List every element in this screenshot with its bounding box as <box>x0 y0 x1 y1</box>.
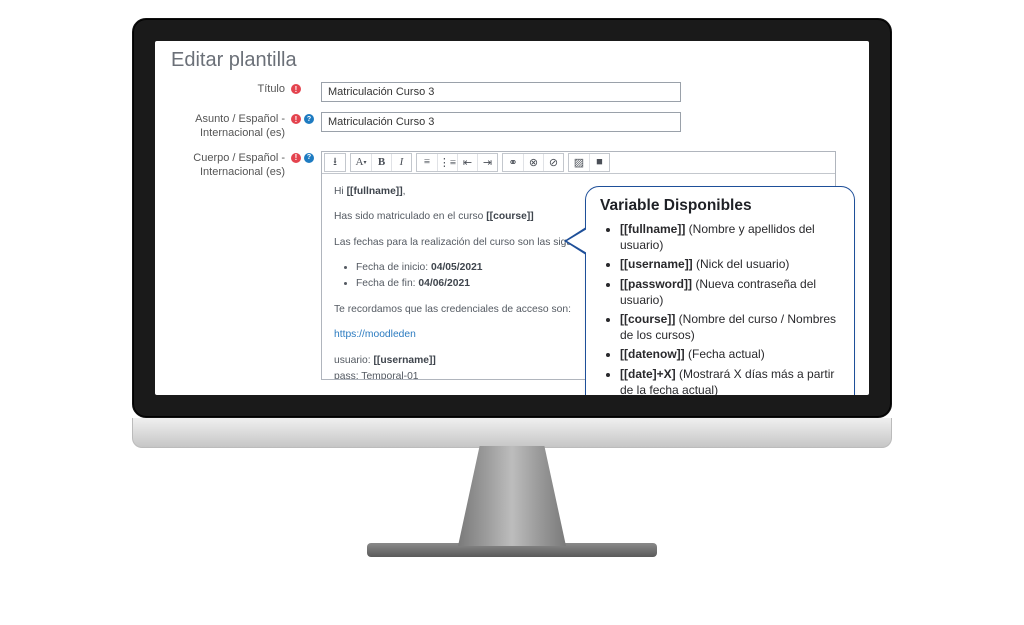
monitor-chin <box>132 418 892 448</box>
toolbar-unlink-button[interactable]: ⊗ <box>523 154 543 171</box>
toolbar-styles-button[interactable]: A▾ <box>351 154 371 171</box>
label-subject: Asunto / Español - Internacional (es) <box>171 112 291 141</box>
toolbar-media-button[interactable]: ■ <box>589 154 609 171</box>
toolbar-expand-button[interactable]: ⭳ <box>325 154 345 171</box>
page-title: Editar plantilla <box>171 49 857 72</box>
popup-item: [[date]+X] (Mostrará X días más a partir… <box>620 366 840 396</box>
popup-list: [[fullname]] (Nombre y apellidos del usu… <box>600 221 840 395</box>
row-title: Título ! <box>171 82 857 102</box>
toolbar-indent-button[interactable]: ⇥ <box>477 154 497 171</box>
help-icon[interactable]: ? <box>304 153 314 163</box>
label-body: Cuerpo / Español - Internacional (es) <box>171 151 291 180</box>
help-icon[interactable]: ? <box>304 114 314 124</box>
toolbar-bold-button[interactable]: B <box>371 154 391 171</box>
variables-popup: Variable Disponibles [[fullname]] (Nombr… <box>585 186 855 395</box>
toolbar-image-button[interactable]: ▨ <box>569 154 589 171</box>
popup-item: [[course]] (Nombre del curso / Nombres d… <box>620 311 840 343</box>
label-title: Título <box>171 82 291 96</box>
body-var-fullname: [[fullname]] <box>347 186 403 197</box>
body-text: Hi <box>334 186 347 197</box>
required-icon: ! <box>291 114 301 124</box>
popup-item: [[datenow]] (Fecha actual) <box>620 346 840 362</box>
toolbar-bullet-list-button[interactable]: ≡ <box>417 154 437 171</box>
body-text: Has sido matriculado en el curso <box>334 211 486 222</box>
required-icon: ! <box>291 84 301 94</box>
toolbar-outdent-button[interactable]: ⇤ <box>457 154 477 171</box>
monitor-mockup: Editar plantilla Título ! Asunto / Españ… <box>132 18 892 610</box>
toolbar-italic-button[interactable]: I <box>391 154 411 171</box>
title-input[interactable] <box>321 82 681 102</box>
body-var-username: [[username]] <box>374 355 436 366</box>
body-link[interactable]: https://moodleden <box>334 329 416 340</box>
screen: Editar plantilla Título ! Asunto / Españ… <box>155 41 869 395</box>
popup-title: Variable Disponibles <box>600 197 840 215</box>
subject-input[interactable] <box>321 112 681 132</box>
row-subject: Asunto / Español - Internacional (es) ! … <box>171 112 857 141</box>
popup-item: [[username]] (Nick del usuario) <box>620 256 840 272</box>
toolbar-link-button[interactable]: ⚭ <box>503 154 523 171</box>
required-icon: ! <box>291 153 301 163</box>
toolbar-nolink-button[interactable]: ⊘ <box>543 154 563 171</box>
toolbar-numbered-list-button[interactable]: ⋮≡ <box>437 154 457 171</box>
monitor-stand-neck <box>458 446 566 546</box>
popup-item: [[fullname]] (Nombre y apellidos del usu… <box>620 221 840 253</box>
editor-toolbar: ⭳ A▾ B I ≡ ⋮≡ ⇤ ⇥ <box>322 152 835 174</box>
body-var-course: [[course]] <box>486 211 533 222</box>
monitor-bezel: Editar plantilla Título ! Asunto / Españ… <box>132 18 892 418</box>
popup-item: [[password]] (Nueva contraseña del usuar… <box>620 276 840 308</box>
